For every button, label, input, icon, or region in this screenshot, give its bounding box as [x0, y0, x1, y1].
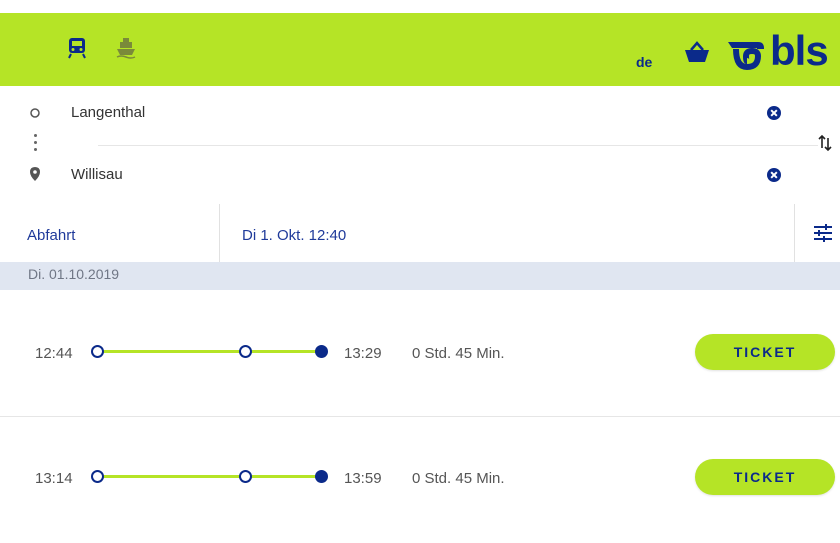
divider [219, 204, 220, 262]
origin-input[interactable]: Langenthal [71, 104, 145, 121]
language-switch[interactable]: de [636, 54, 652, 70]
route-line [98, 475, 318, 478]
app-header: de bls [0, 13, 840, 86]
logo-text: bls [770, 27, 829, 74]
transfer-stop-marker [239, 470, 252, 483]
connection-row[interactable]: 13:14 13:59 0 Std. 45 Min. TICKET [0, 417, 840, 543]
datetime-selector[interactable]: Di 1. Okt. 12:40 [242, 227, 346, 244]
route-line [98, 350, 318, 353]
clear-origin-icon[interactable] [767, 106, 781, 120]
ticket-button[interactable]: TICKET [695, 459, 835, 495]
transfer-stop-marker [239, 345, 252, 358]
train-icon[interactable] [67, 37, 87, 59]
duration: 0 Std. 45 Min. [412, 470, 505, 487]
departure-time: 13:14 [35, 470, 73, 487]
bls-logo[interactable]: bls [726, 27, 840, 74]
start-stop-marker [91, 345, 104, 358]
date-label: Di. 01.10.2019 [28, 266, 120, 282]
duration: 0 Std. 45 Min. [412, 345, 505, 362]
departure-time: 12:44 [35, 345, 73, 362]
departure-mode-toggle[interactable]: Abfahrt [27, 227, 75, 244]
date-header: Di. 01.10.2019 [0, 262, 840, 290]
swap-icon[interactable] [817, 134, 833, 152]
start-stop-marker [91, 470, 104, 483]
location-pin-icon [30, 167, 40, 181]
end-stop-marker [315, 470, 328, 483]
filter-settings-icon[interactable] [813, 223, 833, 243]
route-dots-icon [34, 134, 38, 156]
destination-row[interactable]: Willisau [0, 166, 800, 196]
route-panel: Langenthal Willisau [0, 86, 840, 205]
ship-icon[interactable] [116, 37, 136, 59]
time-selector-bar: Abfahrt Di 1. Okt. 12:40 [0, 204, 840, 263]
ticket-button[interactable]: TICKET [695, 334, 835, 370]
origin-row[interactable]: Langenthal [0, 104, 800, 134]
end-stop-marker [315, 345, 328, 358]
route-divider [98, 145, 818, 146]
arrival-time: 13:29 [344, 345, 382, 362]
arrival-time: 13:59 [344, 470, 382, 487]
origin-circle-icon [30, 108, 40, 118]
connection-row[interactable]: 12:44 13:29 0 Std. 45 Min. TICKET [0, 290, 840, 416]
divider [794, 204, 795, 262]
clear-destination-icon[interactable] [767, 168, 781, 182]
top-strip [0, 0, 840, 13]
destination-input[interactable]: Willisau [71, 166, 123, 183]
basket-icon[interactable] [683, 40, 711, 64]
